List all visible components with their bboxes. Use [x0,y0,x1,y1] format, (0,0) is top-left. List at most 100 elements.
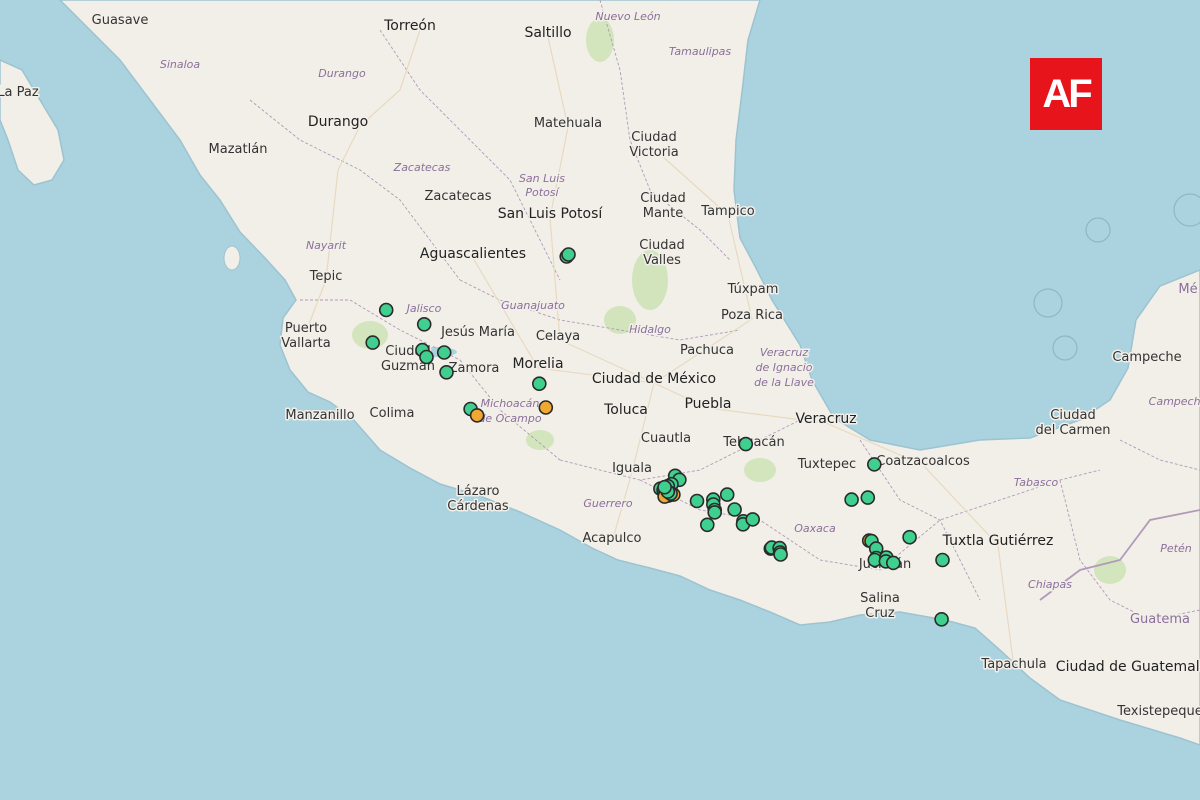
country-label: Mé [1178,282,1197,297]
map-canvas[interactable]: Nuevo León Tamaulipas Sinaloa Durango Zacate… [0,0,1200,800]
city-label: Colima [370,406,415,421]
city-label: Zamora [449,361,500,376]
state-label: Hidalgo [629,323,671,336]
state-label: Campeche [1149,395,1200,408]
city-label: Veracruz [795,411,856,427]
city-label: Campeche [1112,350,1181,365]
state-label: Chiapas [1028,578,1072,591]
state-label: Zacatecas [393,161,451,174]
city-label: Puebla [684,396,731,412]
state-label: Potosí [525,186,560,199]
city-label: Aguascalientes [420,246,526,262]
earthquake-marker-green[interactable] [773,547,788,562]
earthquake-marker-green[interactable] [745,512,761,527]
city-label: Manzanillo [285,408,354,423]
state-label: Durango [318,67,366,80]
earthquake-marker-green[interactable] [439,364,454,380]
city-label: Cruz [865,606,895,621]
earthquake-marker-orange[interactable] [538,400,554,415]
city-label: Texistepeque [1116,704,1200,719]
city-label: Morelia [512,356,563,372]
city-label: Tuxtepec [797,457,856,472]
earthquake-marker-green[interactable] [935,552,950,568]
city-label: Iguala [612,461,652,476]
earthquake-marker-green[interactable] [707,505,723,520]
state-label: Oaxaca [794,522,836,535]
earthquake-marker-green[interactable] [531,376,547,392]
city-label: Acapulco [583,531,642,546]
city-label: Torreón [383,18,436,34]
earthquake-marker-green[interactable] [561,247,576,262]
city-label: Puerto [285,321,327,336]
city-label: Mante [643,206,684,221]
state-label: Petén [1160,542,1191,555]
city-label: Tapachula [980,657,1046,672]
city-label: Tehuacán [722,435,785,450]
city-label: Túxpam [727,282,779,297]
state-label: Tabasco [1014,476,1059,489]
city-label: Lázaro [456,484,499,499]
state-label: Guanajuato [501,299,565,312]
city-label: Matehuala [534,116,602,131]
city-label: Cárdenas [447,499,509,514]
city-label: Tampico [700,204,754,219]
city-label: Ciudad [640,191,685,206]
state-label: Jalisco [405,302,442,315]
earthquake-marker-green[interactable] [902,529,917,545]
city-label: Ciudad de Guatemala [1056,659,1200,675]
earthquake-marker-green[interactable] [378,302,394,318]
state-label: Michoacán [481,397,540,410]
earthquake-marker-green[interactable] [657,479,672,495]
city-label: Zacatecas [425,189,492,204]
state-label: Nayarit [306,239,347,252]
city-label: San Luis Potosí [498,206,604,222]
state-label: Nuevo León [595,10,660,23]
city-label: Mazatlán [209,142,268,157]
city-label: Toluca [603,402,648,418]
city-label: Ciudad de México [592,371,716,387]
city-label: del Carmen [1035,423,1110,438]
logo-text: AF [1042,71,1092,116]
city-label: Ciudad [1050,408,1095,423]
state-label: San Luis [519,172,565,185]
earthquake-marker-green[interactable] [419,349,434,365]
city-label: Tepic [309,269,343,284]
state-label: de Ignacio [755,361,812,374]
earthquake-marker-green[interactable] [365,335,381,350]
city-label: La Paz [0,85,39,100]
city-label: Poza Rica [721,308,783,323]
earthquake-marker-green[interactable] [885,555,901,571]
island-marias [223,245,241,271]
country-label: Guatema [1130,612,1190,627]
earthquake-marker-green[interactable] [416,316,432,332]
af-logo: AF [1030,58,1102,130]
city-label: Pachuca [680,343,734,358]
state-label: Guerrero [583,497,633,510]
city-label: Jesús María [440,325,515,340]
state-label: Tamaulipas [669,45,732,58]
city-label: Valles [643,253,681,268]
earthquake-marker-green[interactable] [689,493,705,509]
state-label: de Ocampo [478,412,541,425]
earthquake-marker-green[interactable] [860,490,876,505]
state-label: Veracruz [760,346,808,359]
city-label: Victoria [629,145,678,160]
earthquake-marker-green[interactable] [699,517,715,533]
earthquake-marker-green[interactable] [866,457,882,472]
earthquake-marker-green[interactable] [727,502,742,517]
earthquake-marker-green[interactable] [844,492,859,507]
earthquake-marker-green[interactable] [934,611,949,627]
city-label: Salina [860,591,900,606]
earthquake-marker-green[interactable] [738,436,754,452]
city-label: Ciudad [639,238,684,253]
city-label: Vallarta [281,336,330,351]
earthquake-marker-green[interactable] [719,487,735,502]
city-label: Saltillo [524,25,571,41]
earthquake-marker-orange[interactable] [469,408,485,423]
state-label: de la Llave [754,376,814,389]
state-label: Sinaloa [160,58,201,71]
city-label: Ciudad [631,130,676,145]
city-label: Durango [308,114,368,130]
city-label: Cuautla [641,431,691,446]
earthquake-marker-green[interactable] [436,345,452,360]
